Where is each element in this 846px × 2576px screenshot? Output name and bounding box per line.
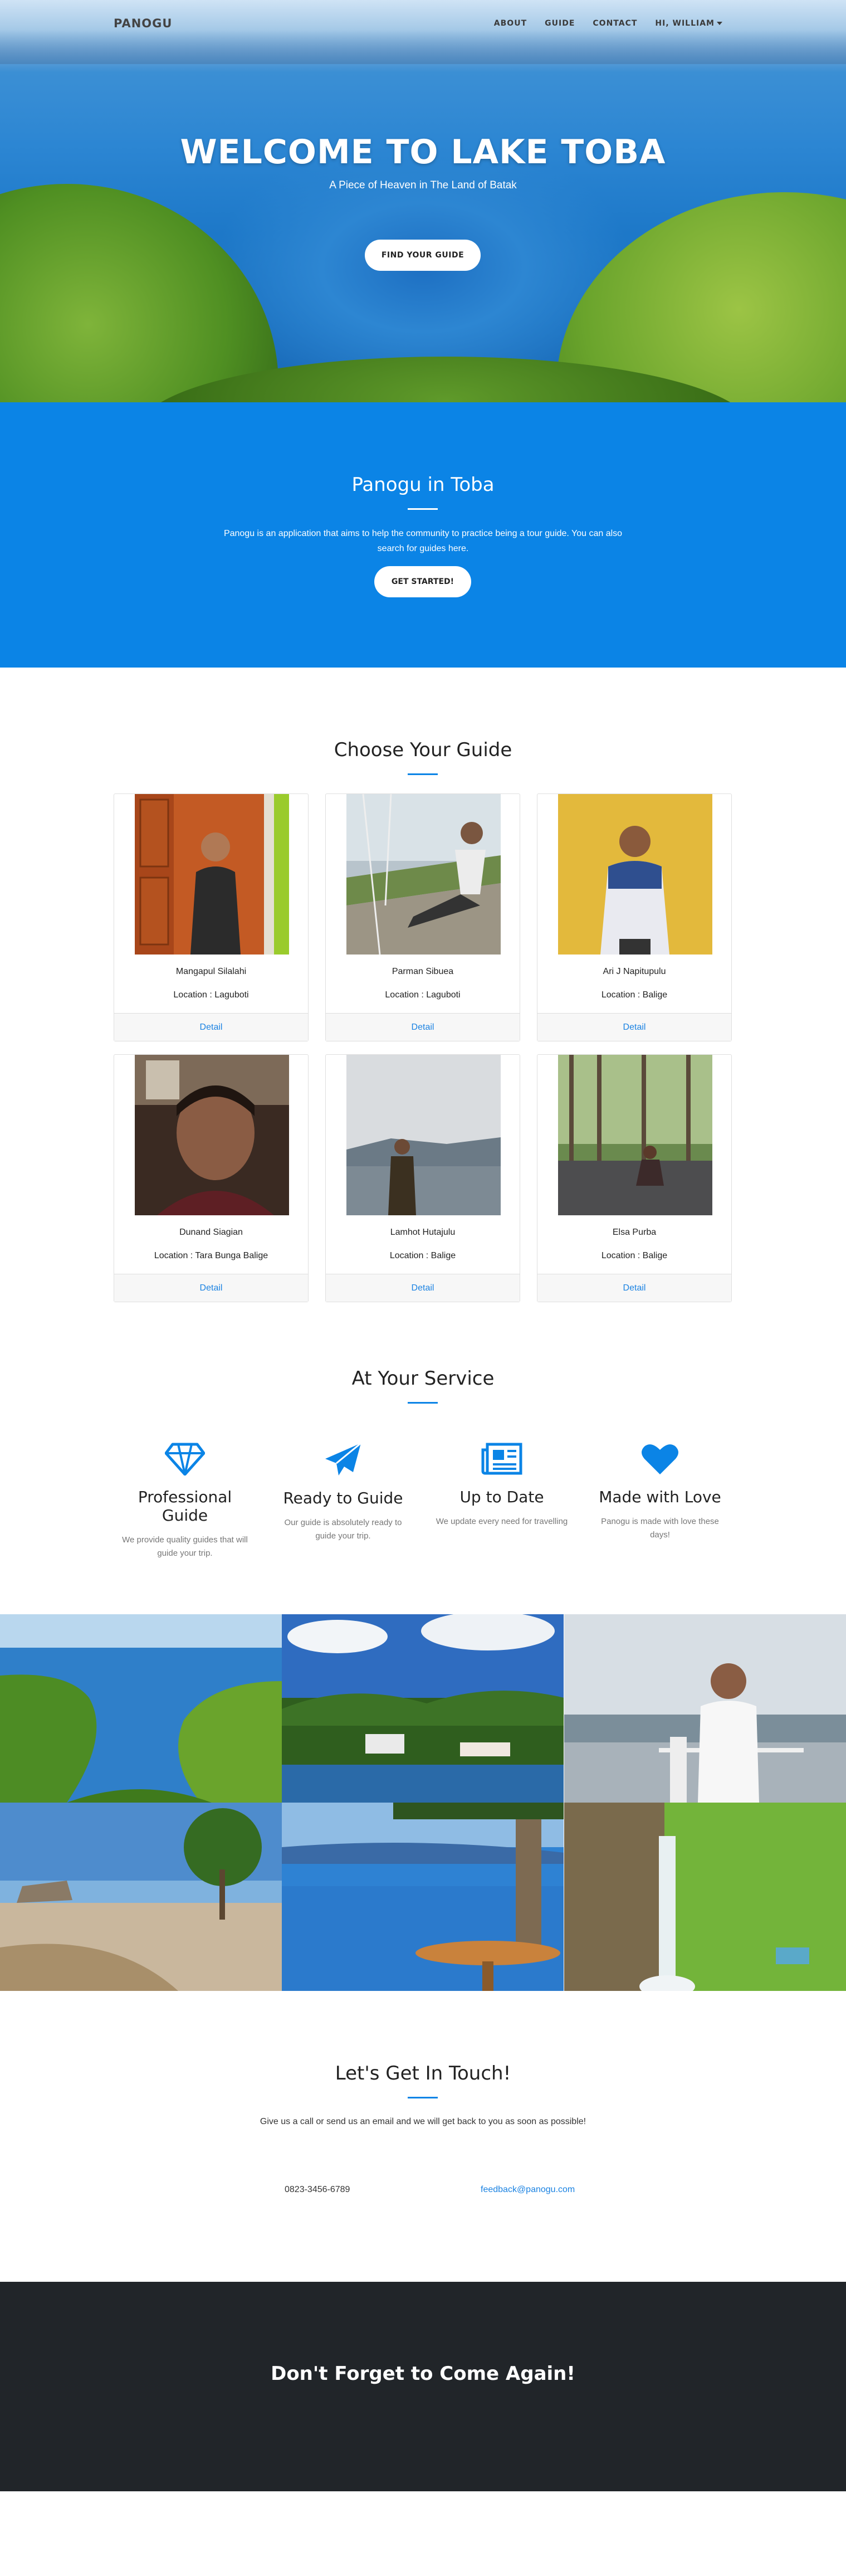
guide-detail-link[interactable]: Detail [114, 1274, 308, 1302]
guide-detail-link[interactable]: Detail [326, 1013, 520, 1041]
heart-icon [642, 1444, 678, 1474]
guides-title: Choose Your Guide [334, 739, 512, 761]
guide-location: Location : Balige [389, 1251, 456, 1260]
guide-detail-link[interactable]: Detail [114, 1013, 308, 1041]
service-divider [408, 1402, 438, 1404]
feature-title: Up to Date [459, 1488, 544, 1506]
guide-card: Mangapul Silalahi Location : Laguboti De… [114, 793, 309, 1041]
contact-email-link[interactable]: feedback@panogu.com [481, 2185, 575, 2195]
guide-detail-link[interactable]: Detail [326, 1274, 520, 1302]
guide-photo [558, 794, 712, 955]
gallery-image-lake[interactable] [0, 1614, 282, 1803]
about-text: Panogu is an application that aims to he… [223, 529, 623, 553]
gallery-section [0, 1614, 846, 1991]
page-bottom-spacer [0, 2491, 846, 2554]
nav-links: ABOUT GUIDE CONTACT HI, WILLIAM [494, 19, 722, 28]
nav-link-about[interactable]: ABOUT [494, 19, 527, 28]
guide-card: Elsa Purba Location : Balige Detail [537, 1054, 732, 1302]
hero-hill-left [0, 184, 278, 402]
guide-photo [135, 794, 289, 955]
about-divider [408, 508, 438, 510]
hero-section: WELCOME TO LAKE TOBA A Piece of Heaven i… [0, 0, 846, 402]
guide-card: Ari J Napitupulu Location : Balige Detai… [537, 793, 732, 1041]
top-navbar: PANOGU ABOUT GUIDE CONTACT HI, WILLIAM [0, 0, 846, 49]
guides-section: Choose Your Guide Mangapul Silalahi Loca… [0, 668, 846, 1313]
feature-uptodate: Up to Date We update every need for trav… [432, 1442, 571, 1528]
gallery-image-dock[interactable] [282, 1803, 564, 1991]
about-title: Panogu in Toba [351, 474, 495, 496]
contact-divider [408, 2097, 438, 2098]
guide-location: Location : Balige [601, 1251, 668, 1260]
feature-love: Made with Love Panogu is made with love … [590, 1442, 730, 1542]
guide-name: Dunand Siagian [179, 1228, 243, 1237]
newspaper-icon [481, 1443, 522, 1475]
service-section: At Your Service Professional Guide We pr… [0, 1313, 846, 1614]
guide-photo [558, 1055, 712, 1215]
diamond-icon [165, 1443, 205, 1476]
contact-section: Let's Get In Touch! Give us a call or se… [0, 1991, 846, 2282]
guide-card: Lamhot Hutajulu Location : Balige Detail [325, 1054, 520, 1302]
nav-link-contact[interactable]: CONTACT [593, 19, 637, 28]
user-menu-label: HI, WILLIAM [655, 19, 715, 28]
gallery-image-village[interactable] [282, 1614, 564, 1803]
guide-photo [346, 1055, 501, 1215]
user-menu-dropdown[interactable]: HI, WILLIAM [655, 19, 722, 28]
guides-divider [408, 773, 438, 775]
footer-title: Don't Forget to Come Again! [271, 2363, 575, 2385]
hero-title: WELCOME TO LAKE TOBA [180, 133, 666, 172]
guide-card: Parman Sibuea Location : Laguboti Detail [325, 793, 520, 1041]
guide-name: Elsa Purba [612, 1228, 657, 1237]
gallery-image-waterfall[interactable] [564, 1803, 846, 1991]
guide-location: Location : Tara Bunga Balige [154, 1251, 268, 1260]
guide-card: Dunand Siagian Location : Tara Bunga Bal… [114, 1054, 309, 1302]
guide-detail-link[interactable]: Detail [537, 1013, 731, 1041]
gallery-image-visitor[interactable] [564, 1614, 846, 1803]
service-title: At Your Service [351, 1367, 495, 1390]
guide-location: Location : Laguboti [385, 990, 461, 1000]
contact-phone[interactable]: 0823-3456-6789 [285, 2185, 350, 2195]
feature-ready: Ready to Guide Our guide is absolutely r… [273, 1442, 413, 1543]
guide-location: Location : Laguboti [173, 990, 249, 1000]
feature-title: Made with Love [599, 1488, 721, 1506]
guide-detail-link[interactable]: Detail [537, 1274, 731, 1302]
feature-title: Professional Guide [138, 1488, 232, 1525]
feature-text: Panogu is made with love these days! [601, 1517, 719, 1540]
brand-logo[interactable]: PANOGU [114, 17, 172, 30]
hero-subtitle: A Piece of Heaven in The Land of Batak [329, 179, 517, 191]
guide-photo [346, 794, 501, 955]
gallery-image-beach[interactable] [0, 1803, 282, 1991]
guide-name: Lamhot Hutajulu [390, 1228, 456, 1237]
contact-title: Let's Get In Touch! [335, 2062, 511, 2085]
guide-location: Location : Balige [601, 990, 668, 1000]
guide-name: Ari J Napitupulu [603, 967, 666, 976]
footer-section: Don't Forget to Come Again! [0, 2282, 846, 2491]
contact-text: Give us a call or send us an email and w… [260, 2117, 586, 2126]
chevron-down-icon [717, 22, 722, 25]
paper-plane-icon [325, 1442, 361, 1476]
nav-link-guide[interactable]: GUIDE [545, 19, 575, 28]
guide-photo [135, 1055, 289, 1215]
feature-text: We provide quality guides that will guid… [122, 1535, 248, 1558]
feature-title: Ready to Guide [283, 1489, 403, 1507]
about-section: Panogu in Toba Panogu is an application … [0, 402, 846, 668]
get-started-button[interactable]: GET STARTED! [374, 566, 471, 597]
find-guide-button[interactable]: FIND YOUR GUIDE [365, 240, 481, 271]
feature-text: Our guide is absolutely ready to guide y… [284, 1518, 402, 1541]
guide-name: Parman Sibuea [392, 967, 454, 976]
guide-name: Mangapul Silalahi [175, 967, 247, 976]
feature-professional: Professional Guide We provide quality gu… [115, 1442, 255, 1560]
feature-text: We update every need for travelling [436, 1517, 568, 1526]
